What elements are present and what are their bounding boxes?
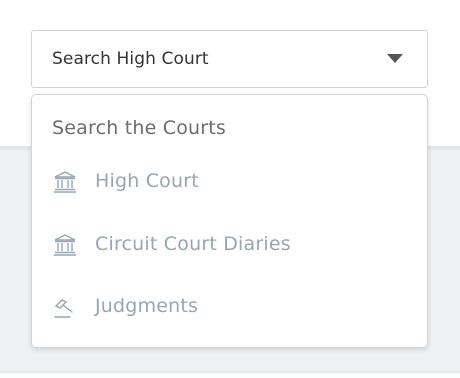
court-search-select[interactable]: Search High Court — [31, 30, 428, 88]
courthouse-icon — [52, 232, 78, 258]
gavel-icon — [52, 294, 78, 320]
caret-down-icon[interactable] — [387, 54, 403, 63]
menu-item-label: Circuit Court Diaries — [95, 233, 291, 255]
menu-item-judgments[interactable]: Judgments — [52, 288, 407, 328]
menu-item-circuit-court-diaries[interactable]: Circuit Court Diaries — [52, 226, 407, 266]
menu-item-label: High Court — [95, 170, 199, 192]
court-dropdown-menu: Search the Courts High Court Circuit Cou… — [31, 94, 428, 348]
courthouse-icon — [52, 169, 78, 195]
dropdown-title: Search the Courts — [52, 117, 227, 139]
divider — [0, 372, 460, 373]
select-value: Search High Court — [52, 49, 209, 69]
menu-item-label: Judgments — [95, 295, 199, 317]
menu-item-high-court[interactable]: High Court — [52, 163, 407, 203]
